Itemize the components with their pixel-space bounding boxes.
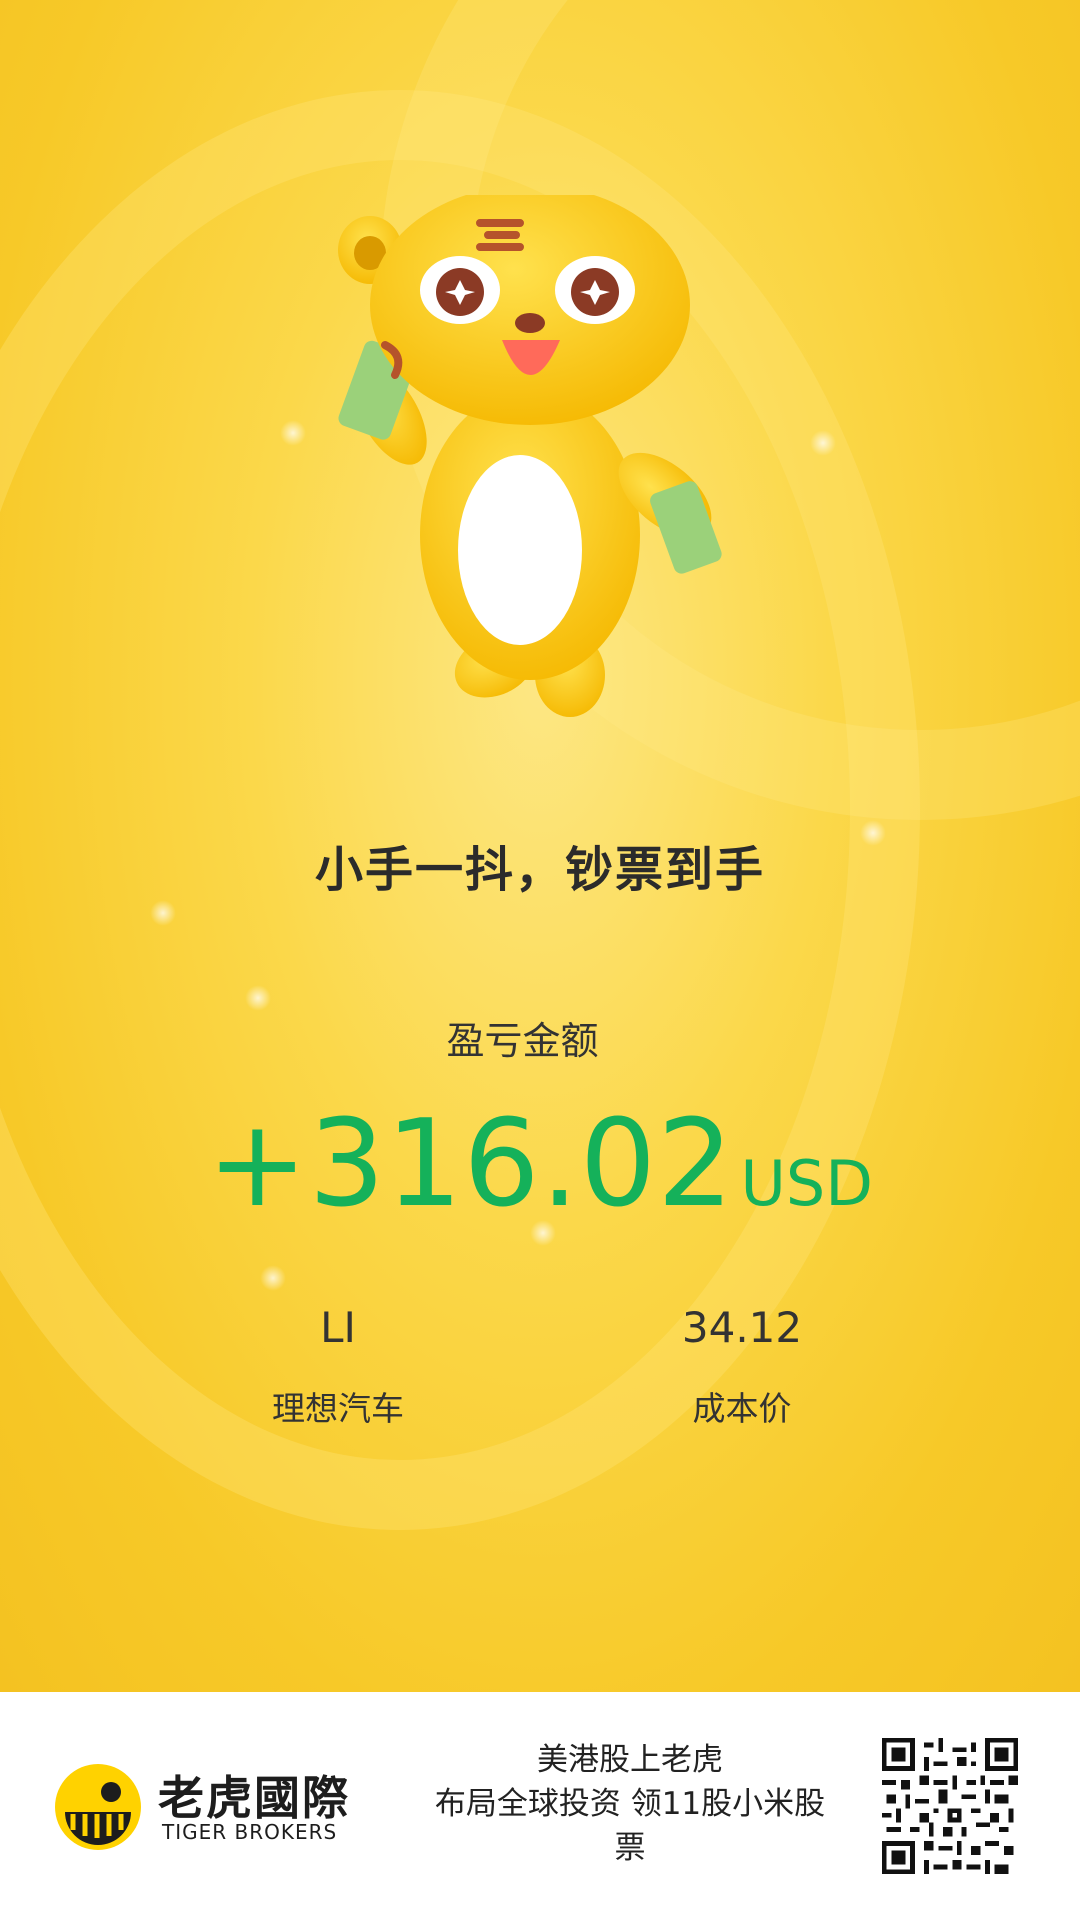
share-card-hero: 小手一抖，钞票到手 盈亏金额 +316.02USD LI 理想汽车 34.12 … (0, 0, 1080, 1692)
cost-price-label: 成本价 (692, 1389, 792, 1428)
tiger-mascot-illustration (338, 195, 722, 717)
pl-amount: +316.02 (207, 1095, 735, 1234)
promo-line: 美港股上老虎 (537, 1742, 723, 1778)
cost-stat: 34.12 成本价 (582, 1303, 902, 1430)
cost-price: 34.12 (681, 1303, 803, 1352)
sparkle (260, 1265, 286, 1291)
tiger-logo-icon (55, 1764, 141, 1850)
sparkle (810, 430, 836, 456)
pl-label: 盈亏金额 (446, 1019, 599, 1063)
company-name: 理想汽车 (272, 1389, 404, 1428)
promo-text: 美港股上老虎 布局全球投资 领11股小米股 票 (415, 1738, 845, 1870)
brand-name-en: TIGER BROKERS (162, 1820, 338, 1844)
pl-currency: USD (740, 1147, 873, 1220)
stock-symbol: LI (320, 1303, 356, 1352)
qr-code-icon (882, 1738, 1018, 1874)
brand-name-cn: 老虎國際 (158, 1771, 350, 1825)
slogan: 小手一抖，钞票到手 (314, 842, 765, 898)
sparkle (245, 985, 271, 1011)
pl-value: +316.02USD (0, 1095, 1080, 1234)
sparkle (280, 420, 306, 446)
sparkle (150, 900, 176, 926)
stock-stat: LI 理想汽车 (178, 1303, 498, 1430)
promo-line: 布局全球投资 领11股小米股 (434, 1786, 826, 1822)
promo-line: 票 (614, 1830, 646, 1866)
